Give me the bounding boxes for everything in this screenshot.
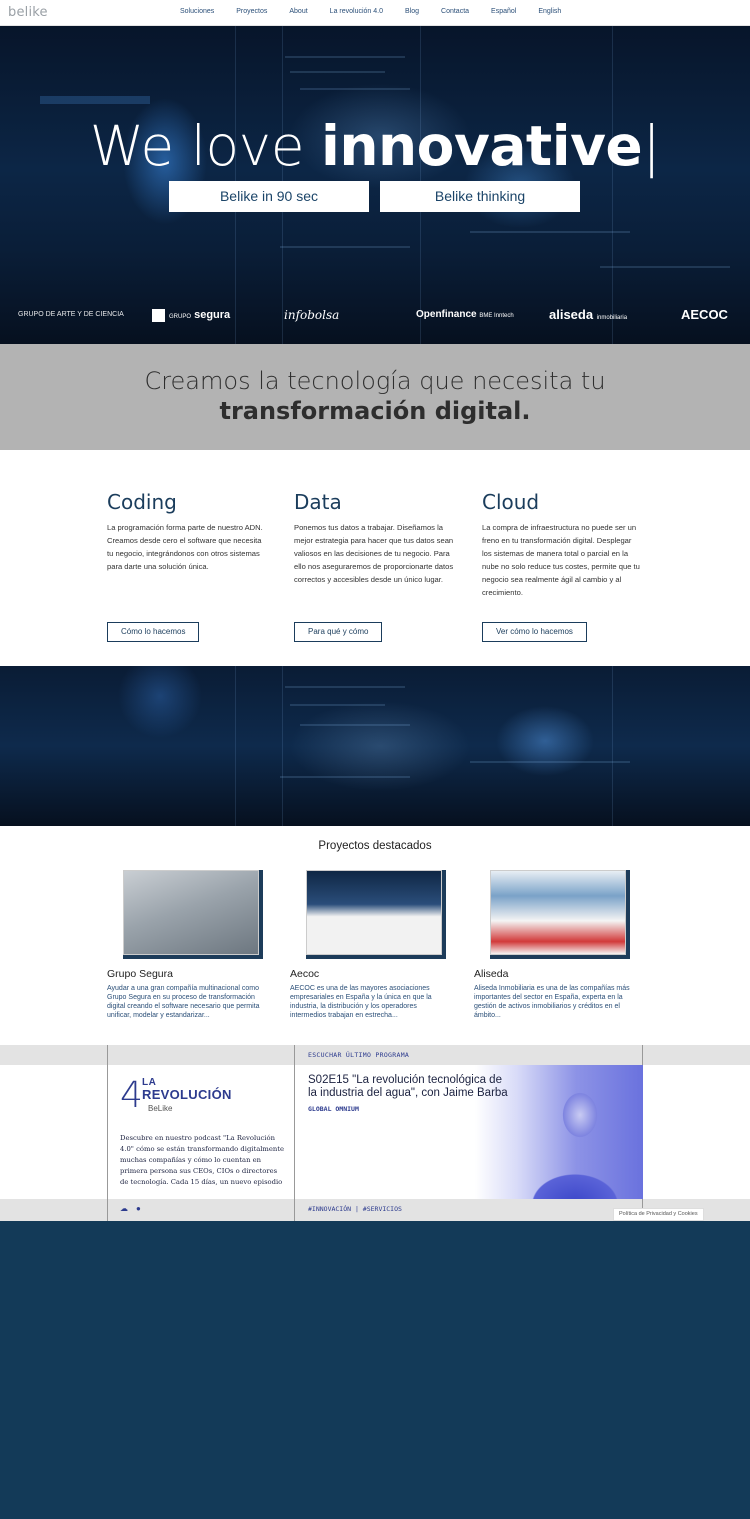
logo-four: 4 — [120, 1075, 143, 1116]
soundcloud-icon[interactable]: ☁ — [120, 1204, 128, 1213]
service-text: La programación forma parte de nuestro A… — [107, 523, 263, 571]
service-title: Data — [294, 490, 342, 514]
nav-item-about[interactable]: About — [289, 8, 307, 15]
logo-belike: BeLike — [148, 1104, 173, 1113]
project-screenshot-image — [490, 870, 626, 955]
service-title: Cloud — [482, 490, 540, 514]
episode-title[interactable]: S02E15 "La revolución tecnológica de la … — [308, 1074, 508, 1100]
belike-logo[interactable]: belike — [8, 5, 48, 20]
logo-revolucion: REVOLUCIÓN — [142, 1087, 232, 1102]
top-navbar: belike Soluciones Proyectos About La rev… — [0, 0, 750, 26]
project-summary: AECOC es una de las mayores asociaciones… — [290, 985, 432, 1019]
nav-item-espanol[interactable]: Español — [491, 8, 516, 15]
footer — [0, 1221, 750, 1519]
project-thumbnail[interactable] — [490, 870, 630, 959]
nav-item-revolucion[interactable]: La revolución 4.0 — [330, 8, 383, 15]
nav-item-soluciones[interactable]: Soluciones — [180, 8, 214, 15]
project-title[interactable]: Aliseda — [474, 968, 508, 980]
hero-title: We love innovative| — [0, 114, 750, 178]
project-summary: Ayudar a una gran compañía multinacional… — [107, 985, 260, 1019]
para-que-y-como-button[interactable]: Para qué y cómo — [294, 622, 383, 642]
podcast-widget: ESCUCHAR ÚLTIMO PROGRAMA 4 LA REVOLUCIÓN… — [0, 1045, 750, 1221]
client-logo-aecoc: AECOC — [681, 307, 728, 322]
client-aliseda-sub: inmobiliaria — [596, 315, 628, 321]
project-title[interactable]: Grupo Segura — [107, 968, 173, 980]
client-segura-name: segura — [194, 309, 231, 321]
client-logo-arte-ciencia: GRUPO DE ARTE Y DE CIENCIA — [18, 311, 124, 318]
nav-item-contacta[interactable]: Contacta — [441, 8, 469, 15]
hero-title-bold: innovative — [321, 114, 643, 178]
project-screenshot-image — [123, 870, 259, 955]
ivoox-icon[interactable]: ● — [136, 1204, 141, 1213]
hero-banner: We love innovative| Belike in 90 sec Bel… — [0, 26, 750, 344]
tech-image-banner — [0, 666, 750, 826]
belike-90-sec-button[interactable]: Belike in 90 sec — [169, 181, 369, 212]
client-openfinance-sub: BME Inntech — [479, 313, 514, 319]
client-logo-aliseda: aliseda inmobiliaria — [549, 304, 627, 326]
podcast-tags: #INNOVACIÓN | #SERVICIOS — [308, 1205, 402, 1213]
nav-item-blog[interactable]: Blog — [405, 8, 419, 15]
client-logo-openfinance: Openfinance BME Inntech — [416, 304, 514, 326]
nav-item-proyectos[interactable]: Proyectos — [236, 8, 267, 15]
guest-organization: GLOBAL OMNIUM — [308, 1105, 359, 1113]
segura-mark-icon — [152, 308, 165, 322]
project-screenshot-image — [306, 870, 442, 955]
client-aliseda-name: aliseda — [549, 307, 594, 322]
project-summary: Aliseda Inmobiliaria es una de las compa… — [474, 985, 630, 1019]
ver-como-lo-hacemos-button[interactable]: Ver cómo lo hacemos — [482, 622, 587, 642]
podcast-description: Descubre en nuestro podcast "La Revoluci… — [120, 1134, 285, 1186]
listen-latest-link[interactable]: ESCUCHAR ÚLTIMO PROGRAMA — [308, 1051, 409, 1059]
nav-menu: Soluciones Proyectos About La revolución… — [180, 8, 583, 15]
nav-item-english[interactable]: English — [538, 8, 561, 15]
client-logos: GRUPO DE ARTE Y DE CIENCIA GRUPO segura … — [0, 304, 750, 326]
hero-title-light: We love — [89, 114, 322, 178]
belike-thinking-button[interactable]: Belike thinking — [380, 181, 580, 212]
tagline-line2: transformación digital. — [219, 397, 531, 425]
project-thumbnail[interactable] — [306, 870, 446, 959]
client-segura-grupo: GRUPO — [169, 314, 192, 320]
projects-heading: Proyectos destacados — [318, 840, 432, 852]
service-text: La compra de infraestructura no puede se… — [482, 523, 640, 597]
tagline-section: Creamos la tecnología que necesita tu tr… — [0, 344, 750, 450]
tagline-line1: Creamos la tecnología que necesita tu — [144, 367, 606, 395]
services-section: Coding La programación forma parte de nu… — [0, 450, 750, 666]
client-logo-infobolsa: infobolsa — [284, 308, 340, 322]
service-title: Coding — [107, 490, 177, 514]
project-thumbnail[interactable] — [123, 870, 263, 959]
podcast-platform-icons: ☁ ● — [120, 1204, 141, 1213]
la-revolucion-logo[interactable]: 4 LA REVOLUCIÓN BeLike — [120, 1075, 240, 1117]
project-title[interactable]: Aecoc — [290, 968, 319, 980]
client-openfinance-name: Openfinance — [416, 309, 477, 320]
typing-cursor: | — [642, 114, 661, 178]
cookie-policy-link[interactable]: Política de Privacidad y Cookies — [613, 1208, 704, 1221]
como-lo-hacemos-button[interactable]: Cómo lo hacemos — [107, 622, 200, 642]
podcast-divider — [294, 1045, 295, 1221]
client-logo-segura: GRUPO segura — [152, 304, 230, 326]
service-text: Ponemos tus datos a trabajar. Diseñamos … — [294, 523, 454, 584]
featured-projects-section: Proyectos destacados Grupo Segura Ayudar… — [0, 826, 750, 1045]
